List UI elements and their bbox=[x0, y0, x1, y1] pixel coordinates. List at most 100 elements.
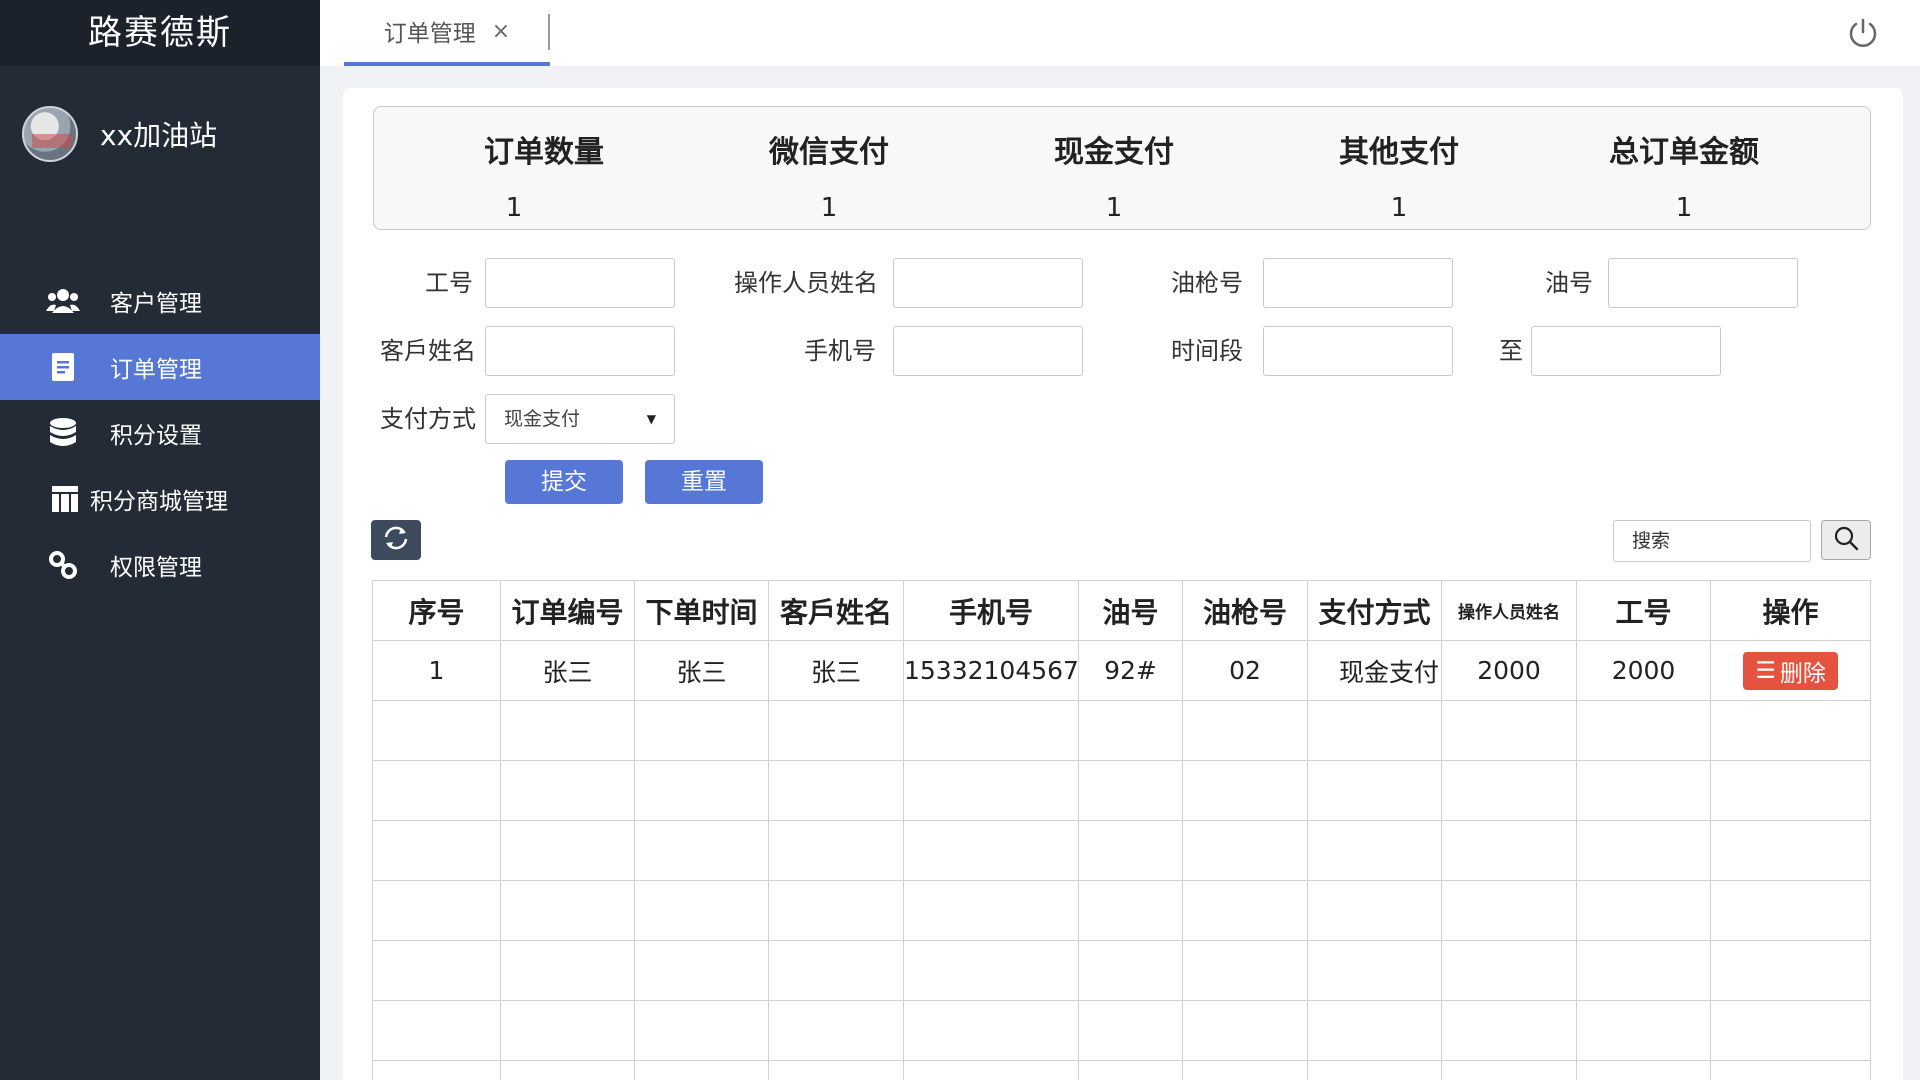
search-button[interactable] bbox=[1821, 520, 1871, 560]
delete-button[interactable]: ☰ 删除 bbox=[1743, 651, 1838, 690]
users-icon bbox=[46, 284, 80, 318]
cell-oil: 92# bbox=[1078, 640, 1183, 701]
worker-id-label: 工号 bbox=[425, 269, 473, 297]
empty-cell bbox=[500, 1060, 635, 1080]
power-icon[interactable] bbox=[1846, 16, 1880, 50]
document-icon bbox=[46, 350, 80, 384]
customer-name-input[interactable] bbox=[485, 326, 675, 376]
nozzle-input[interactable] bbox=[1263, 258, 1453, 308]
empty-cell bbox=[500, 760, 635, 821]
empty-cell bbox=[1182, 760, 1308, 821]
empty-cell bbox=[634, 700, 769, 761]
sidebar-item-customers[interactable]: 客户管理 bbox=[0, 268, 320, 334]
sidebar-item-permissions[interactable]: 权限管理 bbox=[0, 532, 320, 598]
reset-button[interactable]: 重置 bbox=[645, 460, 763, 504]
empty-cell bbox=[1710, 820, 1871, 881]
nozzle-label: 油枪号 bbox=[1171, 269, 1243, 297]
to-label: 至 bbox=[1499, 337, 1523, 365]
empty-cell bbox=[1710, 880, 1871, 941]
col-worker-id: 工号 bbox=[1576, 580, 1711, 641]
empty-cell bbox=[903, 1060, 1079, 1080]
col-nozzle: 油枪号 bbox=[1182, 580, 1308, 641]
payment-selected-value: 现金支付 bbox=[504, 408, 581, 430]
empty-cell bbox=[372, 700, 501, 761]
empty-cell bbox=[1441, 1000, 1577, 1061]
empty-cell bbox=[768, 1000, 904, 1061]
tab-orders[interactable]: 订单管理 × bbox=[344, 0, 550, 66]
col-order-no: 订单编号 bbox=[500, 580, 635, 641]
empty-cell bbox=[1441, 700, 1577, 761]
payment-select[interactable]: 现金支付 ▼ bbox=[485, 394, 675, 444]
user-name: xx加油站 bbox=[100, 119, 218, 152]
cell-order-no: 张三 bbox=[500, 640, 635, 701]
col-payment: 支付方式 bbox=[1307, 580, 1442, 641]
empty-cell bbox=[1710, 700, 1871, 761]
time-end-input[interactable] bbox=[1531, 326, 1721, 376]
delete-label: 删除 bbox=[1779, 660, 1826, 687]
sidebar-item-label: 订单管理 bbox=[110, 357, 202, 383]
orders-table: 序号 订单编号 下单时间 客戶姓名 手机号 油号 油枪号 支付方式 操作人员姓名… bbox=[372, 580, 1871, 1080]
empty-cell bbox=[903, 700, 1079, 761]
empty-cell bbox=[1078, 1000, 1183, 1061]
empty-cell bbox=[372, 940, 501, 1001]
phone-label: 手机号 bbox=[804, 337, 876, 365]
cell-worker-id: 2000 bbox=[1576, 640, 1711, 701]
summary-value: 1 bbox=[505, 193, 523, 223]
avatar bbox=[22, 106, 78, 162]
empty-cell bbox=[372, 760, 501, 821]
empty-cell bbox=[634, 940, 769, 1001]
time-start-input[interactable] bbox=[1263, 326, 1453, 376]
summary-label: 订单数量 bbox=[484, 135, 604, 170]
table-row-empty bbox=[372, 700, 1871, 761]
empty-cell bbox=[1710, 760, 1871, 821]
operator-name-input[interactable] bbox=[893, 258, 1083, 308]
empty-cell bbox=[500, 820, 635, 881]
database-icon bbox=[46, 416, 80, 450]
empty-cell bbox=[1307, 700, 1442, 761]
operator-name-label: 操作人员姓名 bbox=[734, 269, 878, 297]
cell-payment: 现金支付 bbox=[1307, 640, 1442, 701]
col-order-time: 下单时间 bbox=[634, 580, 769, 641]
table-row-empty bbox=[372, 940, 1871, 1001]
phone-input[interactable] bbox=[893, 326, 1083, 376]
columns-icon bbox=[48, 482, 82, 516]
close-icon[interactable]: × bbox=[492, 19, 510, 44]
tab-divider bbox=[548, 14, 550, 50]
sidebar-item-label: 权限管理 bbox=[110, 555, 202, 581]
submit-button[interactable]: 提交 bbox=[505, 460, 623, 504]
empty-cell bbox=[1307, 760, 1442, 821]
search-input[interactable]: 搜索 bbox=[1613, 520, 1811, 562]
customer-name-label: 客戶姓名 bbox=[380, 337, 476, 365]
sidebar-item-points-settings[interactable]: 积分设置 bbox=[0, 400, 320, 466]
empty-cell bbox=[903, 1000, 1079, 1061]
sidebar: 路赛德斯 xx加油站 客户管理 订单管理 积分设置 积分商城管理 权限管理 bbox=[0, 0, 320, 1080]
summary-value: 1 bbox=[820, 193, 838, 223]
empty-cell bbox=[1576, 1060, 1711, 1080]
refresh-button[interactable] bbox=[371, 520, 421, 560]
summary-label: 其他支付 bbox=[1339, 135, 1459, 170]
empty-cell bbox=[1576, 880, 1711, 941]
empty-cell bbox=[1182, 880, 1308, 941]
empty-cell bbox=[1441, 760, 1577, 821]
empty-cell bbox=[500, 1000, 635, 1061]
empty-cell bbox=[500, 940, 635, 1001]
summary-label: 微信支付 bbox=[769, 135, 889, 170]
empty-cell bbox=[1307, 820, 1442, 881]
user-profile[interactable]: xx加油站 bbox=[22, 104, 217, 164]
empty-cell bbox=[500, 880, 635, 941]
sidebar-item-orders[interactable]: 订单管理 bbox=[0, 334, 320, 400]
table-header-row: 序号 订单编号 下单时间 客戶姓名 手机号 油号 油枪号 支付方式 操作人员姓名… bbox=[372, 580, 1871, 641]
cell-action: ☰ 删除 bbox=[1710, 640, 1871, 701]
empty-cell bbox=[372, 1000, 501, 1061]
empty-cell bbox=[903, 760, 1079, 821]
empty-cell bbox=[768, 1060, 904, 1080]
empty-cell bbox=[903, 820, 1079, 881]
empty-cell bbox=[903, 880, 1079, 941]
oil-no-input[interactable] bbox=[1608, 258, 1798, 308]
table-row: 1 张三 张三 张三 15332104567 92# 02 现金支付 2000 … bbox=[372, 640, 1871, 701]
sidebar-item-points-mall[interactable]: 积分商城管理 bbox=[0, 466, 320, 532]
empty-cell bbox=[1710, 1000, 1871, 1061]
empty-cell bbox=[768, 940, 904, 1001]
empty-cell bbox=[1710, 1060, 1871, 1080]
summary-value: 1 bbox=[1675, 193, 1693, 223]
